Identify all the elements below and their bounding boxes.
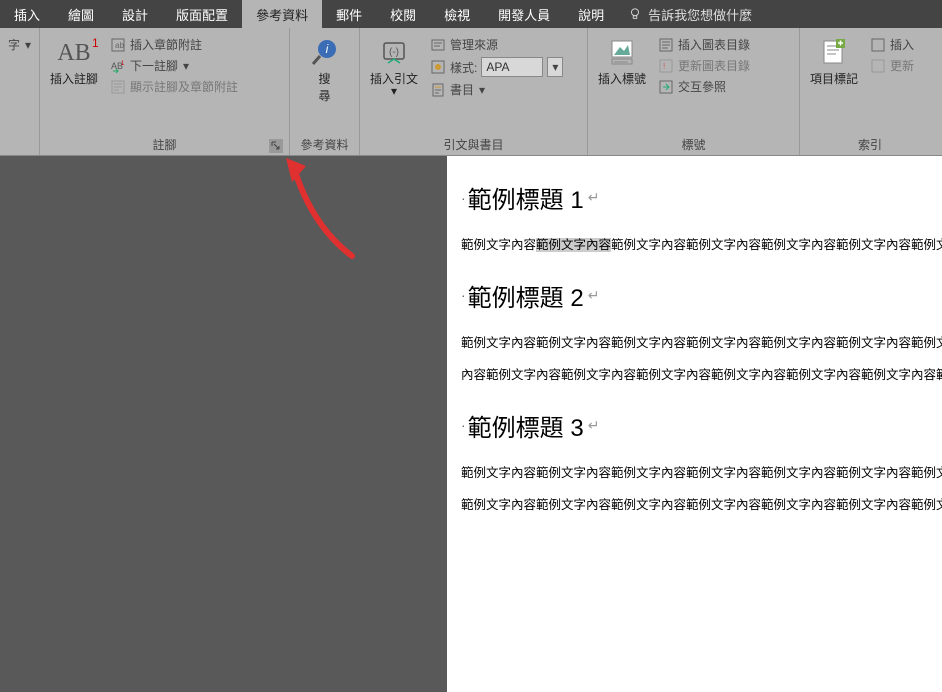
citation-icon: (-): [378, 37, 410, 69]
search-icon: i: [309, 37, 341, 69]
insert-caption-label: 插入標號: [598, 70, 646, 87]
paragraph-mark-icon: ↵: [588, 417, 600, 434]
research-group-label: 參考資料: [294, 134, 355, 155]
mark-entry-button[interactable]: 項目標記: [804, 34, 864, 89]
selected-text: 範例文字內容: [536, 238, 611, 252]
show-notes-button[interactable]: 顯示註腳及章節附註: [106, 76, 242, 97]
tab-draw[interactable]: 繪圖: [54, 0, 108, 28]
style-selector[interactable]: 樣式: APA ▾: [426, 55, 567, 79]
heading-2: · 範例標題 2 ↵: [461, 278, 942, 313]
group-footnotes: AB1 插入註腳 ab 插入章節附註 AB1 下一註腳 ▾ 顯示註腳及章節附註: [40, 28, 290, 155]
tof-icon: [658, 37, 674, 53]
bibliography-icon: [430, 82, 446, 98]
chevron-down-icon: ▾: [24, 41, 32, 49]
insert-footnote-label: 插入註腳: [50, 70, 98, 87]
update-index-button[interactable]: 更新: [866, 55, 918, 76]
mark-entry-label: 項目標記: [810, 70, 858, 87]
document-area: · 範例標題 1 ↵ 範例文字內容範例文字內容範例文字內容範例文字內容範例文字內…: [0, 156, 942, 692]
chevron-down-icon: ▾: [478, 86, 486, 94]
svg-text:i: i: [325, 42, 328, 56]
svg-text:1: 1: [121, 61, 125, 67]
search-label: 搜 尋: [318, 70, 330, 104]
annotation-arrow-icon: [282, 156, 372, 266]
paragraph-2: 範例文字內容範例文字內容範例文字內容範例文字內容範例文字內容範例文字內容範例文字…: [461, 327, 942, 392]
tell-me-search[interactable]: 告訴我您想做什麼: [618, 5, 762, 24]
partial-button[interactable]: 字 ▾: [4, 34, 36, 55]
paragraph-3: 範例文字內容範例文字內容範例文字內容範例文字內容範例文字內容範例文字內容範例文字…: [461, 457, 942, 522]
svg-text:!: !: [663, 62, 665, 71]
bullet-icon: ·: [461, 287, 466, 303]
tab-help[interactable]: 說明: [564, 0, 618, 28]
next-footnote-icon: AB1: [110, 58, 126, 74]
caption-icon: [606, 37, 638, 69]
group-citations: (-) 插入引文 ▾ 管理來源 樣式: APA: [360, 28, 588, 155]
group-captions: 插入標號 插入圖表目錄 ! 更新圖表目錄 交互參照 標號: [588, 28, 800, 155]
chevron-down-icon: ▾: [390, 87, 398, 95]
bibliography-button[interactable]: 書目 ▾: [426, 79, 567, 100]
style-icon: [430, 59, 446, 75]
paragraph-mark-icon: ↵: [588, 287, 600, 304]
footnote-icon: AB1: [57, 40, 90, 67]
index-group-label: 索引: [804, 134, 936, 155]
insert-footnote-button[interactable]: AB1 插入註腳: [44, 34, 104, 89]
svg-text:ab: ab: [115, 41, 124, 50]
captions-group-label: 標號: [592, 134, 795, 155]
cross-ref-icon: [658, 79, 674, 95]
insert-index-button[interactable]: 插入: [866, 34, 918, 55]
next-footnote-button[interactable]: AB1 下一註腳 ▾: [106, 55, 242, 76]
cross-reference-button[interactable]: 交互參照: [654, 76, 754, 97]
tab-references[interactable]: 參考資料: [242, 0, 322, 28]
update-tof-button[interactable]: ! 更新圖表目錄: [654, 55, 754, 76]
tab-review[interactable]: 校閱: [376, 0, 430, 28]
insert-endnote-button[interactable]: ab 插入章節附註: [106, 34, 242, 55]
chevron-down-icon: ▾: [182, 62, 190, 70]
lightbulb-icon: [628, 7, 642, 21]
update-tof-icon: !: [658, 58, 674, 74]
ribbon-tabs: 插入 繪圖 設計 版面配置 參考資料 郵件 校閱 檢視 開發人員 說明 告訴我您…: [0, 0, 942, 28]
svg-text:(-): (-): [389, 47, 399, 58]
tab-view[interactable]: 檢視: [430, 0, 484, 28]
manage-sources-icon: [430, 37, 446, 53]
citations-group-label: 引文與書目: [364, 134, 583, 155]
manage-sources-button[interactable]: 管理來源: [426, 34, 567, 55]
footnotes-group-label: 註腳: [44, 134, 285, 155]
update-index-icon: [870, 58, 886, 74]
chevron-down-icon: ▾: [547, 57, 563, 77]
style-dropdown[interactable]: APA: [481, 57, 543, 77]
tell-me-label: 告訴我您想做什麼: [648, 5, 752, 24]
heading-3: · 範例標題 3 ↵: [461, 408, 942, 443]
dialog-launcher-icon[interactable]: [269, 139, 283, 153]
insert-tof-button[interactable]: 插入圖表目錄: [654, 34, 754, 55]
search-button[interactable]: i 搜 尋: [303, 34, 347, 106]
bullet-icon: ·: [461, 190, 466, 206]
insert-index-icon: [870, 37, 886, 53]
tab-developer[interactable]: 開發人員: [484, 0, 564, 28]
endnote-icon: ab: [110, 37, 126, 53]
tab-mailings[interactable]: 郵件: [322, 0, 376, 28]
document-margin-area: [0, 156, 447, 692]
heading-1: · 範例標題 1 ↵: [461, 180, 942, 215]
mark-entry-icon: [818, 37, 850, 69]
tab-insert[interactable]: 插入: [0, 0, 54, 28]
tab-design[interactable]: 設計: [108, 0, 162, 28]
tab-layout[interactable]: 版面配置: [162, 0, 242, 28]
paragraph-1: 範例文字內容範例文字內容範例文字內容範例文字內容範例文字內容範例文字內容範例文字: [461, 229, 942, 262]
group-research: i 搜 尋 參考資料: [290, 28, 360, 155]
ribbon-body: 字 ▾ AB1 插入註腳 ab 插入章節附註 AB1: [0, 28, 942, 156]
paragraph-mark-icon: ↵: [588, 189, 600, 206]
show-notes-icon: [110, 79, 126, 95]
group-partial-left: 字 ▾: [0, 28, 40, 155]
group-label-partial: [4, 137, 35, 155]
document-page[interactable]: · 範例標題 1 ↵ 範例文字內容範例文字內容範例文字內容範例文字內容範例文字內…: [447, 156, 942, 692]
bullet-icon: ·: [461, 417, 466, 433]
insert-caption-button[interactable]: 插入標號: [592, 34, 652, 89]
insert-citation-button[interactable]: (-) 插入引文 ▾: [364, 34, 424, 97]
group-index: 項目標記 插入 更新 索引: [800, 28, 940, 155]
